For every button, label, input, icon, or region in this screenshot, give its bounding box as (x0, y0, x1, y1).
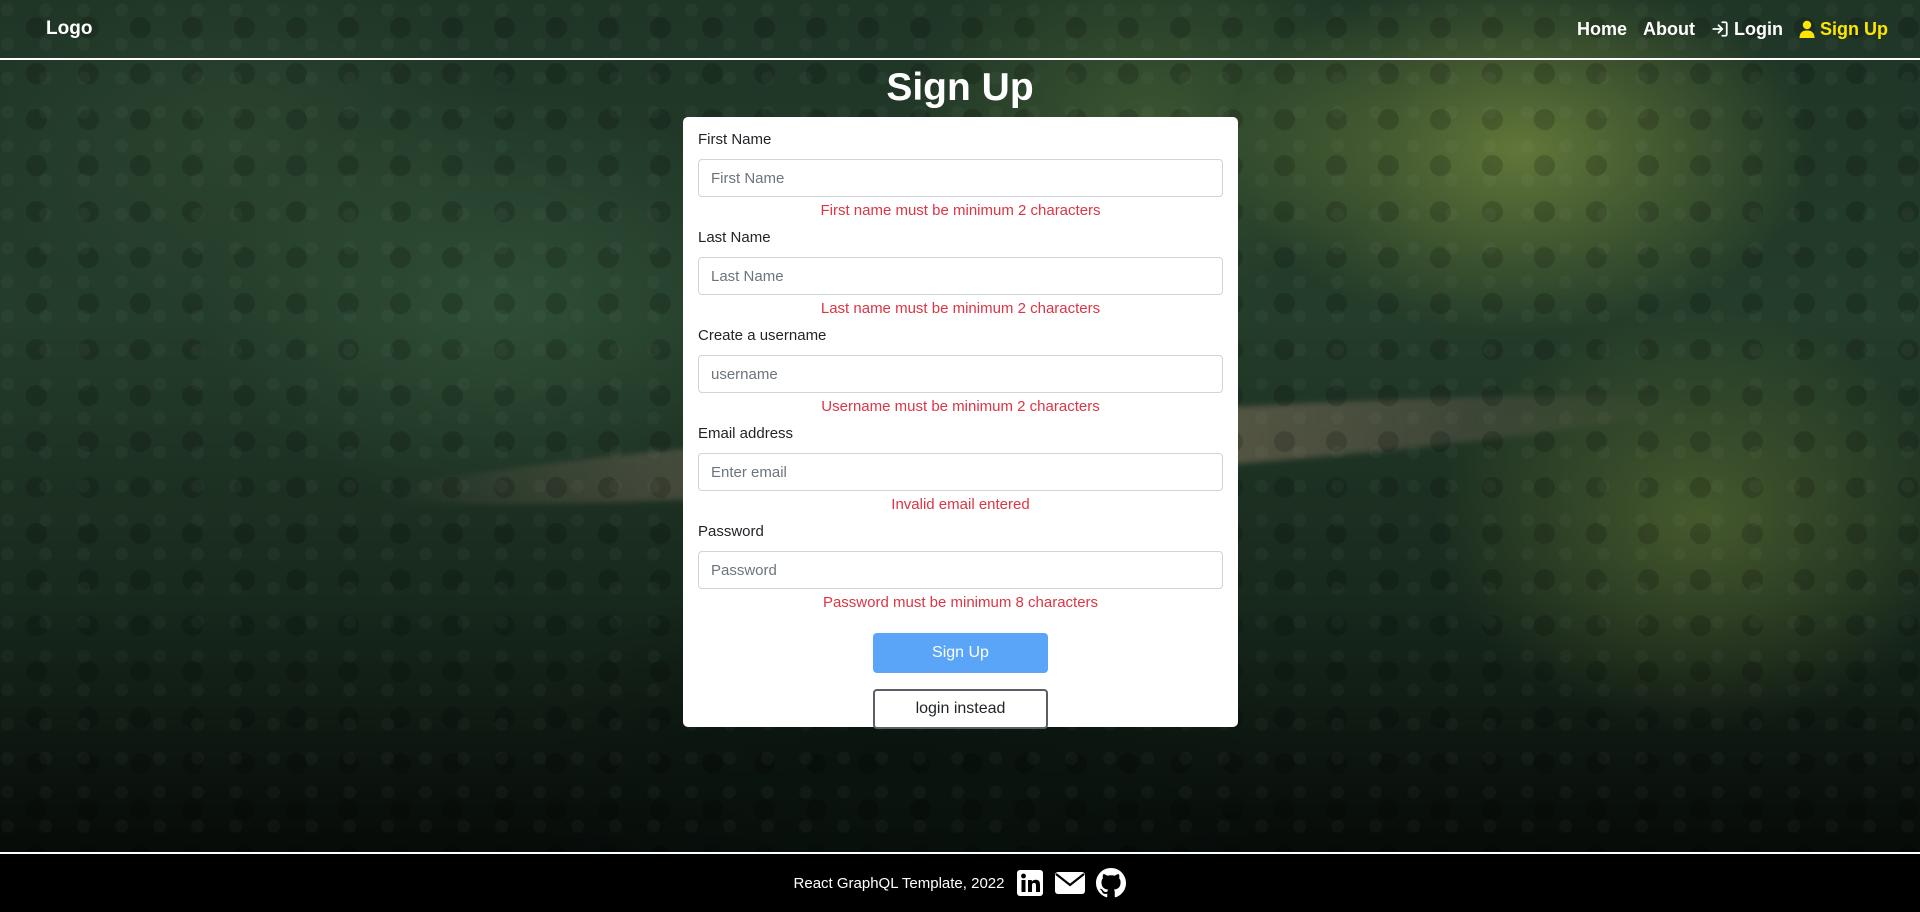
nav-about-link[interactable]: About (1643, 19, 1695, 40)
login-instead-button[interactable]: login instead (873, 689, 1048, 729)
username-field: Create a username Username must be minim… (698, 327, 1223, 416)
password-field: Password Password must be minimum 8 char… (698, 523, 1223, 612)
envelope-icon[interactable] (1054, 870, 1086, 896)
email-error: Invalid email entered (891, 496, 1030, 513)
page-title: Sign Up (886, 66, 1034, 109)
footer: React GraphQL Template, 2022 (0, 852, 1920, 912)
navbar: Logo Home About Login Sign Up (0, 0, 1920, 60)
last-name-field: Last Name Last name must be minimum 2 ch… (698, 229, 1223, 318)
first-name-field: First Name First name must be minimum 2 … (698, 131, 1223, 220)
user-icon (1799, 20, 1815, 38)
nav-login-link[interactable]: Login (1711, 19, 1783, 40)
nav-home-link[interactable]: Home (1577, 19, 1627, 40)
logo[interactable]: Logo (46, 18, 92, 40)
first-name-input[interactable] (698, 159, 1223, 197)
footer-text: React GraphQL Template, 2022 (793, 874, 1005, 892)
last-name-input[interactable] (698, 257, 1223, 295)
password-error: Password must be minimum 8 characters (822, 594, 1099, 611)
username-input[interactable] (698, 355, 1223, 393)
nav-links: Home About Login Sign Up (1577, 19, 1888, 40)
last-name-label: Last Name (698, 229, 771, 246)
last-name-error: Last name must be minimum 2 characters (820, 300, 1101, 317)
github-icon[interactable] (1096, 868, 1127, 898)
nav-home-label: Home (1577, 18, 1628, 39)
first-name-label: First Name (698, 131, 772, 148)
submit-row: Sign Up (698, 621, 1223, 673)
nav-signup-label: Sign Up (1820, 18, 1888, 39)
nav-about-label: About (1643, 18, 1696, 39)
email-input[interactable] (698, 453, 1223, 491)
password-input[interactable] (698, 551, 1223, 589)
alt-row: login instead (698, 673, 1223, 729)
username-error: Username must be minimum 2 characters (821, 398, 1100, 415)
first-name-error: First name must be minimum 2 characters (820, 202, 1101, 219)
login-icon (1712, 21, 1728, 37)
signup-form: First Name First name must be minimum 2 … (683, 117, 1238, 729)
linkedin-icon[interactable] (1016, 869, 1044, 897)
nav-login-label: Login (1734, 18, 1783, 39)
email-field: Email address Invalid email entered (698, 425, 1223, 514)
password-label: Password (698, 523, 764, 540)
email-label: Email address (698, 425, 794, 442)
username-label: Create a username (698, 327, 827, 344)
signup-button[interactable]: Sign Up (873, 633, 1048, 673)
nav-signup-link[interactable]: Sign Up (1799, 19, 1888, 40)
